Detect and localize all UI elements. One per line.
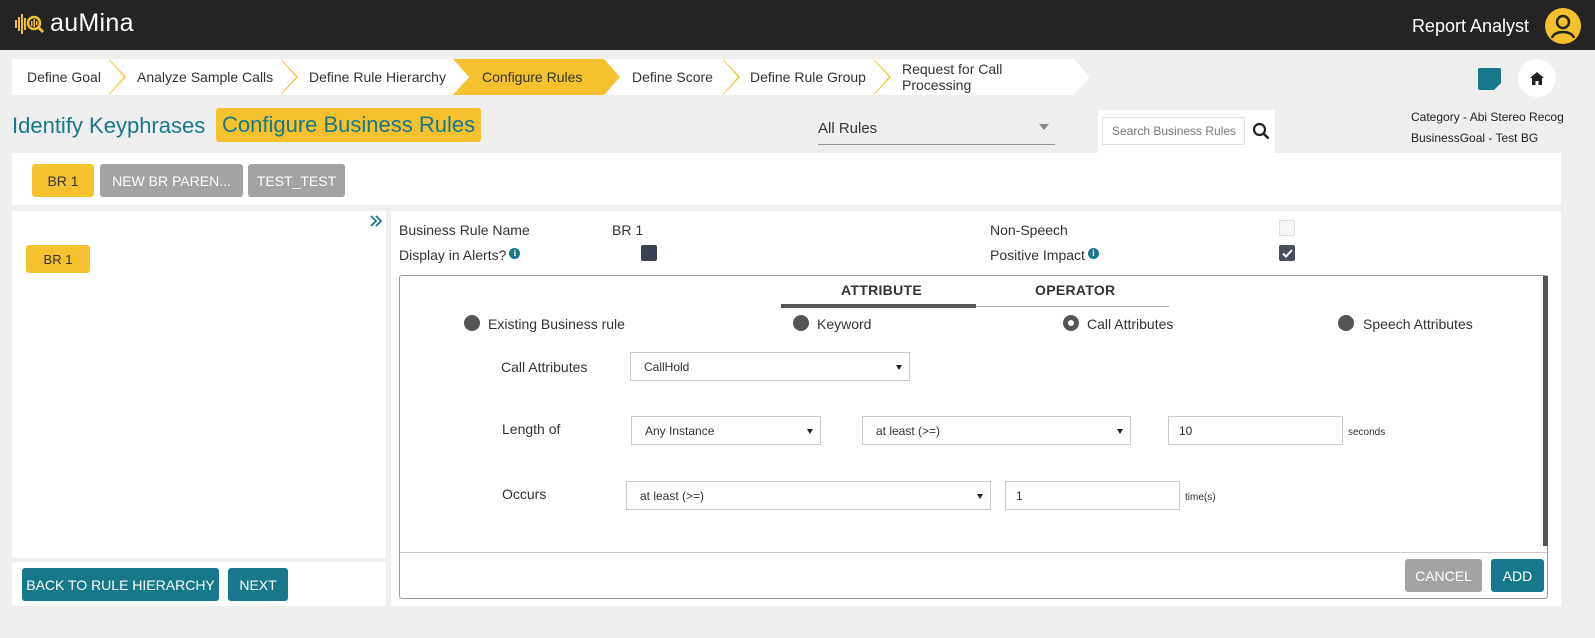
caret-down-icon <box>977 494 983 499</box>
radio-label-speech-attributes: Speech Attributes <box>1363 316 1473 332</box>
display-in-alerts-label: Display in Alerts? i <box>399 247 521 263</box>
info-icon[interactable]: i <box>509 248 521 259</box>
step-define-score[interactable]: Define Score <box>604 59 740 95</box>
caret-down-icon <box>896 365 902 370</box>
rule-tab-bar: BR 1 NEW BR PAREN... TEST_TEST <box>12 153 1561 205</box>
step-label: Configure Rules <box>482 69 583 85</box>
rule-name-label: Business Rule Name <box>399 222 530 238</box>
step-define-rule-group[interactable]: Define Rule Group <box>722 59 891 95</box>
length-of-label: Length of <box>502 421 561 437</box>
app-logo[interactable]: auMina <box>14 8 134 38</box>
occurs-operator-value: at least (>=) <box>640 488 705 503</box>
editor-footer-divider <box>400 552 1547 553</box>
positive-impact-label: Positive Impact i <box>990 247 1099 263</box>
tab-operator[interactable]: OPERATOR <box>1035 282 1115 298</box>
step-define-goal[interactable]: Define Goal <box>12 59 126 95</box>
rules-filter-value: All Rules <box>818 120 878 137</box>
logo-mark-icon <box>14 8 48 38</box>
step-define-rule-hierarchy[interactable]: Define Rule Hierarchy <box>280 59 469 95</box>
positive-impact-checkbox[interactable] <box>1279 245 1295 261</box>
user-avatar-icon[interactable] <box>1545 8 1581 44</box>
caret-down-icon <box>1039 124 1049 130</box>
step-label: Define Rule Group <box>750 69 866 85</box>
radio-speech-attributes[interactable] <box>1338 315 1354 331</box>
logo-text: auMina <box>50 8 134 37</box>
rule-tree-panel: BR 1 <box>12 211 386 558</box>
times-unit-label: time(s) <box>1185 492 1216 503</box>
step-label: Define Score <box>632 69 713 85</box>
sticky-note-icon[interactable] <box>1478 68 1501 90</box>
double-chevron-right-icon[interactable] <box>370 214 383 231</box>
call-attributes-value: CallHold <box>644 359 690 374</box>
radio-keyword[interactable] <box>793 315 809 331</box>
page-title: Identify Keyphrases <box>12 113 206 138</box>
length-seconds-input[interactable]: 10 <box>1168 416 1343 445</box>
rules-filter-select[interactable]: All Rules <box>818 114 1055 145</box>
editor-scrollbar[interactable] <box>1543 276 1548 546</box>
check-icon <box>1281 248 1293 258</box>
radio-label-call-attributes: Call Attributes <box>1087 316 1174 332</box>
call-attributes-label: Call Attributes <box>501 359 588 375</box>
active-tab-indicator <box>781 304 976 308</box>
non-speech-checkbox[interactable] <box>1279 220 1295 236</box>
rule-editor: ATTRIBUTE OPERATOR Existing Business rul… <box>399 275 1548 599</box>
home-button[interactable] <box>1518 59 1556 97</box>
length-instance-value: Any Instance <box>645 423 715 438</box>
business-goal-label: BusinessGoal - Test BG <box>1411 131 1539 145</box>
step-label: Define Goal <box>27 69 101 85</box>
info-icon[interactable]: i <box>1087 248 1099 259</box>
occurs-label: Occurs <box>502 486 547 502</box>
seconds-unit-label: seconds <box>1348 427 1386 438</box>
page-subtitle-badge: Configure Business Rules <box>216 108 482 142</box>
search-input[interactable] <box>1102 117 1245 145</box>
wizard-steps: Define Goal Analyze Sample Calls Define … <box>12 59 1090 95</box>
length-operator-select[interactable]: at least (>=) <box>862 416 1131 445</box>
home-icon <box>1530 71 1544 85</box>
occurs-operator-select[interactable]: at least (>=) <box>626 481 991 510</box>
length-instance-select[interactable]: Any Instance <box>631 416 821 445</box>
length-operator-value: at least (>=) <box>876 423 941 438</box>
radio-label-keyword: Keyword <box>817 316 872 332</box>
category-label: Category - Abi Stereo Recog <box>1411 110 1564 124</box>
step-label: Request for Call Processing <box>902 61 1003 93</box>
add-button[interactable]: ADD <box>1491 559 1544 592</box>
rule-name-value: BR 1 <box>612 222 644 238</box>
user-role[interactable]: Report Analyst <box>1412 16 1529 37</box>
search-icon[interactable] <box>1252 122 1270 143</box>
top-bar: auMina Report Analyst <box>0 0 1595 50</box>
occurs-times-input[interactable]: 1 <box>1005 481 1180 510</box>
back-to-rule-hierarchy-button[interactable]: BACK TO RULE HIERARCHY <box>22 568 219 601</box>
step-label: Analyze Sample Calls <box>137 69 274 85</box>
radio-call-attributes[interactable] <box>1063 315 1079 331</box>
step-configure-rules[interactable]: Configure Rules <box>453 59 620 95</box>
caret-down-icon <box>1117 429 1123 434</box>
radio-label-existing-business-rule: Existing Business rule <box>488 316 625 332</box>
call-attributes-select[interactable]: CallHold <box>630 352 910 381</box>
step-analyze-sample-calls[interactable]: Analyze Sample Calls <box>108 59 298 95</box>
search-box <box>1098 110 1275 154</box>
step-label: Define Rule Hierarchy <box>309 69 446 85</box>
display-in-alerts-checkbox[interactable] <box>641 245 657 261</box>
step-request-call-processing[interactable]: Request for Call Processing <box>873 59 1090 95</box>
tab-attribute[interactable]: ATTRIBUTE <box>841 282 922 298</box>
next-button[interactable]: NEXT <box>228 568 288 601</box>
rule-tab-test-test[interactable]: TEST_TEST <box>248 164 345 197</box>
rule-detail-panel: Business Rule Name BR 1 Display in Alert… <box>391 211 1561 606</box>
caret-down-icon <box>807 429 813 434</box>
left-footer: BACK TO RULE HIERARCHY NEXT <box>12 562 386 606</box>
non-speech-label: Non-Speech <box>990 222 1068 238</box>
rule-tab-br1[interactable]: BR 1 <box>32 164 94 197</box>
cancel-button[interactable]: CANCEL <box>1405 559 1482 592</box>
radio-existing-business-rule[interactable] <box>464 315 480 331</box>
positive-impact-text: Positive Impact <box>990 247 1085 263</box>
rule-tab-new-br-parent[interactable]: NEW BR PAREN... <box>100 164 243 197</box>
display-in-alerts-text: Display in Alerts? <box>399 247 507 263</box>
tree-item-br1[interactable]: BR 1 <box>26 245 90 273</box>
editor-tabs: ATTRIBUTE OPERATOR <box>781 276 1169 308</box>
